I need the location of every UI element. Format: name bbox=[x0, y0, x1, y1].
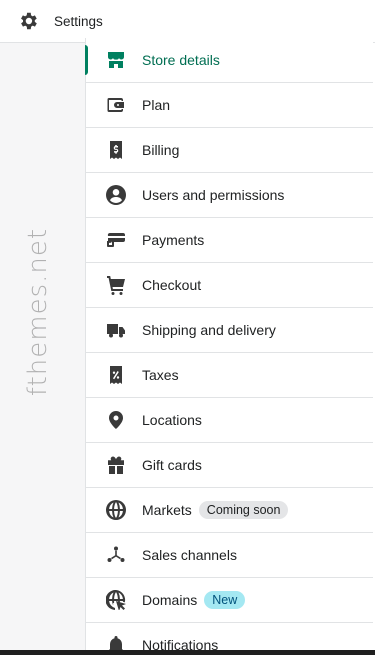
watermark-text: fthemes.net bbox=[23, 227, 53, 397]
menu-item-label: Payments bbox=[142, 232, 205, 248]
channels-icon bbox=[106, 545, 126, 565]
menu-item-label: Sales channels bbox=[142, 547, 237, 563]
menu-item-label: Plan bbox=[142, 97, 171, 113]
store-icon bbox=[106, 50, 126, 70]
location-pin-icon bbox=[106, 410, 126, 430]
user-circle-icon bbox=[106, 185, 126, 205]
menu-item-payments[interactable]: Payments bbox=[86, 218, 373, 263]
menu-item-taxes[interactable]: Taxes bbox=[86, 353, 373, 398]
receipt-percent-icon bbox=[106, 365, 126, 385]
menu-item-billing[interactable]: Billing bbox=[86, 128, 373, 173]
page-title: Settings bbox=[54, 13, 103, 29]
new-badge: New bbox=[204, 591, 246, 609]
globe-icon bbox=[106, 500, 126, 520]
menu-item-markets[interactable]: Markets Coming soon bbox=[86, 488, 373, 533]
coming-soon-badge: Coming soon bbox=[198, 501, 289, 519]
menu-item-label: Billing bbox=[142, 142, 180, 158]
menu-item-plan[interactable]: Plan bbox=[86, 83, 373, 128]
wallet-icon bbox=[106, 95, 126, 115]
menu-item-label: Locations bbox=[142, 412, 202, 428]
credit-card-icon bbox=[106, 230, 126, 250]
menu-item-users-and-permissions[interactable]: Users and permissions bbox=[86, 173, 373, 218]
menu-item-label: Store details bbox=[142, 52, 220, 68]
menu-item-store-details[interactable]: Store details bbox=[85, 38, 373, 83]
top-bar: Settings bbox=[0, 0, 375, 43]
menu-item-domains[interactable]: Domains New bbox=[86, 578, 373, 623]
menu-item-label: Markets bbox=[142, 502, 192, 518]
menu-item-sales-channels[interactable]: Sales channels bbox=[86, 533, 373, 578]
menu-item-gift-cards[interactable]: Gift cards bbox=[86, 443, 373, 488]
menu-item-label: Gift cards bbox=[142, 457, 202, 473]
bottom-edge bbox=[0, 650, 375, 655]
menu-item-label: Taxes bbox=[142, 367, 179, 383]
cart-icon bbox=[106, 275, 126, 295]
truck-icon bbox=[106, 320, 126, 340]
menu-item-label: Shipping and delivery bbox=[142, 322, 276, 338]
receipt-dollar-icon bbox=[106, 140, 126, 160]
menu-item-locations[interactable]: Locations bbox=[86, 398, 373, 443]
globe-cursor-icon bbox=[106, 590, 126, 610]
gift-icon bbox=[106, 455, 126, 475]
gear-icon[interactable] bbox=[17, 10, 39, 32]
menu-item-label: Domains bbox=[142, 592, 198, 608]
menu-item-label: Users and permissions bbox=[142, 187, 285, 203]
menu-item-label: Checkout bbox=[142, 277, 202, 293]
menu-item-shipping-and-delivery[interactable]: Shipping and delivery bbox=[86, 308, 373, 353]
menu-item-checkout[interactable]: Checkout bbox=[86, 263, 373, 308]
settings-menu: Store details Plan Billing Users and per… bbox=[85, 38, 373, 655]
